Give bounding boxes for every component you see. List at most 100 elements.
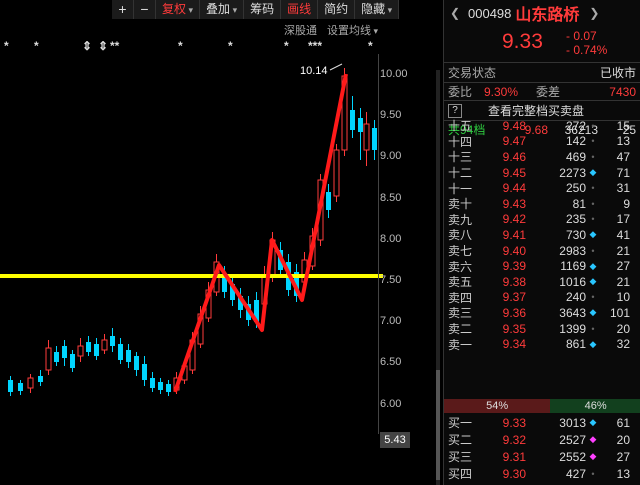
level-count: 13 (616, 134, 630, 149)
kline-chart-area[interactable]: + − 复权 叠加 筹码 画线 简约 隐藏 深股通 设置均线 * * ⇕ ⇕ *… (0, 0, 440, 485)
order-ratio-value: 9.30% (484, 84, 519, 99)
level-label: 买一 (448, 416, 473, 430)
level-price: 9.47 (502, 134, 526, 149)
candle-body (86, 342, 91, 352)
diamond-icon: ◆ (589, 260, 597, 271)
dot-icon: • (591, 323, 595, 334)
chart-scrollbar[interactable] (436, 70, 440, 485)
order-book-row[interactable]: 卖九 9.42 235 • 17 (444, 212, 640, 228)
level-volume: 272 (565, 118, 586, 133)
level-label: 卖二 (448, 322, 473, 337)
level-volume: 1169 (560, 259, 586, 274)
dot-icon: • (591, 198, 595, 209)
level-price: 9.34 (502, 337, 526, 352)
level-volume: 2983 (559, 243, 586, 258)
order-book-row[interactable]: 买一 9.33 3013 ◆ 61 (444, 414, 640, 431)
level-count: 20 (616, 432, 630, 447)
scroll-thumb[interactable] (436, 370, 440, 480)
level-volume: 142 (565, 134, 586, 149)
candle-body (118, 344, 123, 360)
order-book-row[interactable]: 卖五 9.38 1016 ◆ 21 (444, 274, 640, 290)
level-volume: 730 (565, 227, 586, 242)
diamond-icon: ◆ (589, 417, 597, 427)
level-label: 卖五 (448, 275, 473, 290)
level-label: 卖八 (448, 228, 473, 243)
level-label: 卖九 (448, 212, 473, 227)
order-ratio-row: 委比 9.30% 委差 7430 (444, 82, 640, 100)
level-count: 21 (616, 243, 630, 258)
level-volume: 2527 (559, 432, 586, 447)
diamond-icon: ◆ (589, 167, 597, 178)
order-book-row[interactable]: 买二 9.32 2527 ◆ 20 (444, 431, 640, 448)
order-book-row[interactable]: 十四 9.47 142 • 13 (444, 134, 640, 150)
level-volume: 1399 (559, 321, 586, 336)
level-price: 9.46 (502, 149, 526, 164)
order-book-row[interactable]: 卖十 9.43 81 • 9 (444, 196, 640, 212)
full-book-button[interactable]: ? 查看完整档买卖盘 (444, 100, 640, 120)
quote-summary: 9.33 - 0.07 - 0.74% (444, 26, 640, 62)
order-book-row[interactable]: 十一 9.44 250 • 31 (444, 180, 640, 196)
order-book-row[interactable]: 卖六 9.39 1169 ◆ 27 (444, 258, 640, 274)
stock-header: ❮ 000498 山东路桥 ❯ (444, 0, 640, 26)
full-book-label[interactable]: 查看完整档买卖盘 (488, 102, 584, 119)
next-stock-icon[interactable]: ❯ (589, 6, 599, 20)
candle-body (8, 380, 13, 392)
order-book-row[interactable]: 十三 9.46 469 • 47 (444, 149, 640, 165)
dot-icon: • (591, 136, 595, 147)
order-book-row[interactable]: 十二 9.45 2273 ◆ 71 (444, 165, 640, 181)
level-price: 9.42 (502, 212, 526, 227)
order-book-row[interactable]: 卖一 9.34 861 ◆ 32 (444, 336, 640, 352)
price-tick-label: 8.50 (380, 191, 402, 204)
candle-body (166, 384, 171, 392)
candle-body (150, 378, 155, 388)
trade-status-label: 交易状态 (448, 66, 497, 80)
buy-sell-balance-bar: 54% 46% (444, 399, 640, 413)
candle-body (38, 376, 43, 382)
level-volume: 2552 (559, 449, 586, 464)
trade-status-value: 已收市 (599, 66, 636, 80)
level-count: 41 (616, 227, 630, 242)
level-volume: 250 (565, 181, 586, 196)
diamond-icon: ◆ (589, 338, 597, 349)
candle-body (363, 123, 370, 151)
candle-body (45, 347, 52, 371)
level-label: 买三 (448, 450, 473, 464)
buy-share-bar: 46% (550, 399, 640, 413)
order-book-row[interactable]: 十五 9.48 272 • 15 (444, 118, 640, 134)
order-book-row[interactable]: 卖二 9.35 1399 • 20 (444, 321, 640, 337)
ask-book: 十五 9.48 272 • 15 十四 9.47 142 • 13 十三 9.46 469 • 47 十二 9.… (444, 118, 640, 398)
last-price: 9.33 (502, 30, 543, 53)
level-count: 101 (609, 305, 630, 320)
price-tick-label: 9.00 (380, 150, 402, 163)
help-icon[interactable]: ? (448, 103, 462, 118)
price-tick-label: 10.00 (380, 68, 408, 80)
order-book-row[interactable]: 买四 9.30 427 • 13 (444, 465, 640, 482)
candle-body (70, 354, 75, 368)
level-label: 卖三 (448, 306, 473, 321)
level-price: 9.38 (502, 274, 526, 289)
diamond-icon: ◆ (589, 276, 597, 287)
high-price-label: 10.14 (300, 65, 328, 77)
candle-body (134, 356, 139, 370)
level-price: 9.30 (502, 466, 526, 481)
level-count: 71 (616, 165, 630, 180)
price-change: - 0.07 - 0.74% (566, 29, 607, 57)
level-price: 9.40 (502, 243, 526, 258)
level-label: 卖六 (448, 259, 473, 274)
order-book-row[interactable]: 卖三 9.36 3643 ◆ 101 (444, 305, 640, 321)
order-ratio-label: 委比 (448, 85, 473, 99)
order-book-row[interactable]: 卖四 9.37 240 • 10 (444, 290, 640, 306)
level-volume: 2273 (559, 165, 586, 180)
level-price: 9.45 (502, 165, 526, 180)
order-book-row[interactable]: 买三 9.31 2552 ◆ 27 (444, 448, 640, 465)
order-book-row[interactable]: 卖七 9.40 2983 • 21 (444, 243, 640, 259)
order-book-row[interactable]: 卖八 9.41 730 ◆ 41 (444, 227, 640, 243)
level-count: 27 (616, 449, 630, 464)
prev-stock-icon[interactable]: ❮ (450, 6, 468, 20)
current-price-tag: 5.43 (380, 432, 410, 448)
level-count: 31 (616, 181, 630, 196)
level-label: 卖四 (448, 290, 473, 305)
high-pointer (329, 63, 343, 71)
diamond-icon: ◆ (589, 229, 597, 240)
diamond-icon: ◆ (589, 451, 597, 461)
